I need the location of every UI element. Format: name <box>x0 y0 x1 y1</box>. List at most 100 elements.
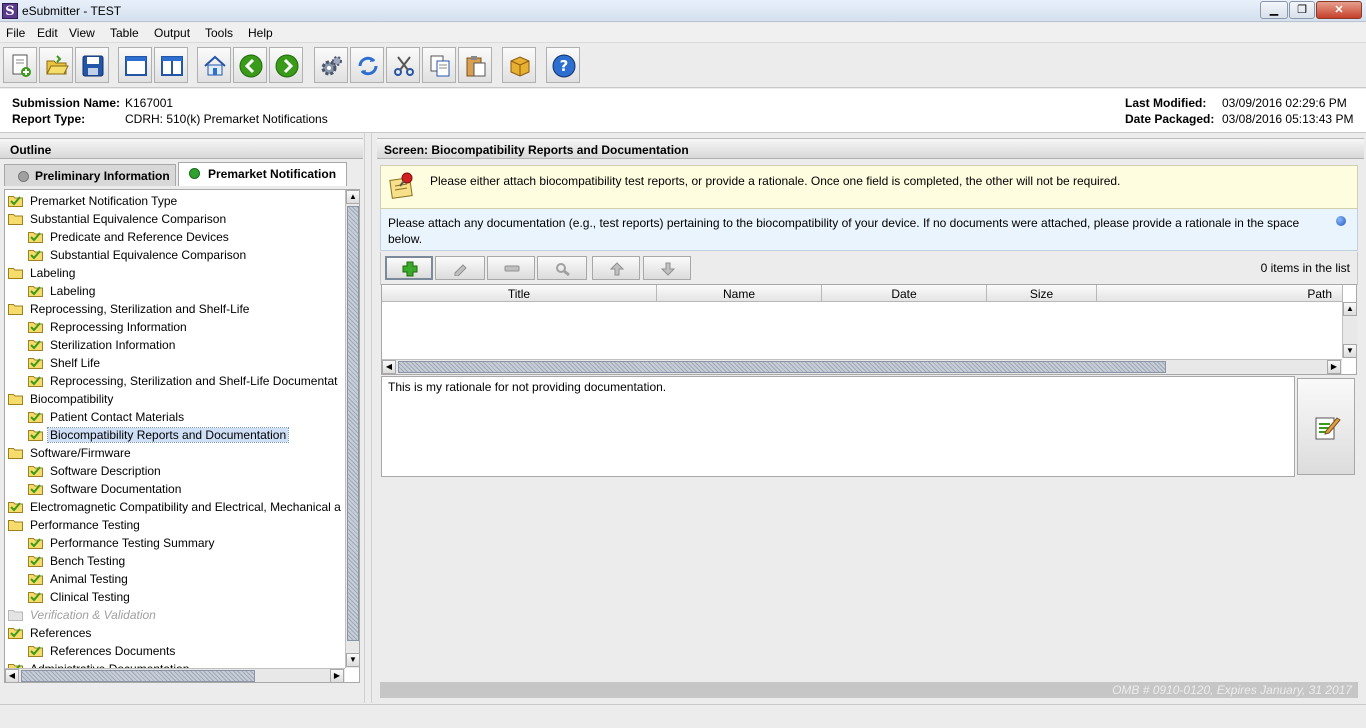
save-button[interactable] <box>75 47 109 83</box>
checked-folder-icon <box>28 536 43 549</box>
move-up-button[interactable] <box>592 256 640 280</box>
report-type-value: CDRH: 510(k) Premarket Notifications <box>125 112 328 126</box>
tree-item-label: Substantial Equivalence Comparison <box>50 248 247 262</box>
submission-name-value: K167001 <box>125 96 174 110</box>
refresh-icon <box>358 56 378 76</box>
checked-folder-icon <box>28 482 43 495</box>
tree-item-label: Software Documentation <box>50 482 182 496</box>
close-button[interactable]: ✕ <box>1316 1 1362 19</box>
tree-item-label: Biocompatibility Reports and Documentati… <box>46 427 290 443</box>
tree-vertical-scrollbar[interactable]: ▲ ▼ <box>345 190 359 668</box>
package-icon <box>510 56 530 77</box>
scroll-thumb[interactable] <box>398 361 1166 373</box>
menu-help[interactable]: Help <box>248 26 273 40</box>
paste-button[interactable] <box>458 47 492 83</box>
package-button[interactable] <box>502 47 536 83</box>
edit-rationale-button[interactable] <box>1297 378 1355 475</box>
scroll-up-icon[interactable]: ▲ <box>1343 302 1357 316</box>
scroll-right-icon[interactable]: ▶ <box>1327 360 1341 374</box>
new-document-button[interactable] <box>3 47 37 83</box>
outline-tree: Administrative DocumentationReferences D… <box>4 189 360 683</box>
tree-item-label: Performance Testing <box>30 518 140 532</box>
menu-edit[interactable]: Edit <box>37 26 58 40</box>
panel-splitter[interactable] <box>364 133 372 703</box>
checked-folder-icon <box>28 428 43 441</box>
column-header-title[interactable]: Title <box>382 285 657 302</box>
folder-icon <box>8 212 23 225</box>
tree-item-label: Performance Testing Summary <box>50 536 215 550</box>
menu-output[interactable]: Output <box>154 26 190 40</box>
documentation-instructions: Please attach any documentation (e.g., t… <box>380 209 1358 251</box>
tab-premarket-notification[interactable]: Premarket Notification <box>178 162 347 186</box>
menu-view[interactable]: View <box>69 26 95 40</box>
back-button[interactable] <box>233 47 267 83</box>
column-header-name[interactable]: Name <box>657 285 822 302</box>
tab-preliminary-information[interactable]: Preliminary Information <box>4 164 176 186</box>
menu-bar: File Edit View Table Output Tools Help <box>0 23 1366 43</box>
help-button[interactable]: ? <box>546 47 580 83</box>
disabled-folder-icon <box>8 608 23 621</box>
open-button[interactable] <box>39 47 73 83</box>
main-toolbar: ? <box>0 43 1366 88</box>
column-header-date[interactable]: Date <box>822 285 987 302</box>
menu-table[interactable]: Table <box>110 26 139 40</box>
tree-item-label: Shelf Life <box>50 356 101 370</box>
scroll-thumb[interactable] <box>347 206 359 641</box>
outline-tabs: Preliminary Information Premarket Notifi… <box>0 162 363 188</box>
tree-item-label: Electromagnetic Compatibility and Electr… <box>30 500 341 514</box>
scroll-right-icon[interactable]: ▶ <box>330 669 344 682</box>
table-horizontal-scrollbar[interactable]: ◀ ▶ <box>382 359 1342 374</box>
rationale-textarea[interactable]: This is my rationale for not providing d… <box>381 376 1295 477</box>
checked-folder-icon <box>28 644 43 657</box>
move-down-button[interactable] <box>643 256 691 280</box>
close-icon: ✕ <box>1334 4 1344 16</box>
tab-label: Premarket Notification <box>208 167 337 181</box>
split-view-button[interactable] <box>154 47 188 83</box>
scroll-thumb[interactable] <box>21 670 255 682</box>
attachments-table: Title Name Date Size Path ▲ ▼ ◀ ▶ <box>381 284 1357 375</box>
date-packaged-value: 03/08/2016 05:13:43 PM <box>1222 112 1354 126</box>
column-header-path[interactable]: Path <box>1097 285 1343 302</box>
checked-folder-icon <box>28 356 43 369</box>
open-folder-icon <box>46 55 69 75</box>
column-header-size[interactable]: Size <box>987 285 1097 302</box>
status-dot-icon <box>189 168 200 179</box>
date-packaged-label: Date Packaged: <box>1125 112 1215 126</box>
scroll-up-icon[interactable]: ▲ <box>346 190 359 204</box>
settings-button[interactable] <box>314 47 348 83</box>
refresh-button[interactable] <box>350 47 384 83</box>
menu-file[interactable]: File <box>6 26 25 40</box>
instructions-line-1: Please attach any documentation (e.g., t… <box>388 216 1300 230</box>
tab-label: Preliminary Information <box>35 169 170 183</box>
minimize-button[interactable]: ▁ <box>1260 1 1288 19</box>
scroll-left-icon[interactable]: ◀ <box>382 360 396 374</box>
table-vertical-scrollbar[interactable]: ▲ ▼ <box>1342 302 1357 358</box>
tree-horizontal-scrollbar[interactable]: ◀ ▶ <box>5 668 345 682</box>
maximize-button[interactable]: ❐ <box>1289 1 1315 19</box>
folder-icon <box>8 302 23 315</box>
window-button[interactable] <box>118 47 152 83</box>
tree-item-label: Software/Firmware <box>30 446 131 460</box>
scroll-down-icon[interactable]: ▼ <box>346 653 359 667</box>
attachment-list-toolbar: 0 items in the list <box>380 252 1358 285</box>
add-attachment-button[interactable] <box>385 256 433 280</box>
forward-button[interactable] <box>269 47 303 83</box>
view-attachment-button[interactable] <box>537 256 587 280</box>
split-view-icon <box>161 56 183 76</box>
help-icon: ? <box>552 54 576 78</box>
items-count: 0 items in the list <box>1260 261 1350 275</box>
requirement-note: Please either attach biocompatibility te… <box>380 165 1358 209</box>
last-modified-value: 03/09/2016 02:29:6 PM <box>1222 96 1347 110</box>
scroll-down-icon[interactable]: ▼ <box>1343 344 1357 358</box>
copy-button[interactable] <box>422 47 456 83</box>
edit-attachment-button[interactable] <box>435 256 485 280</box>
cut-button[interactable] <box>386 47 420 83</box>
rationale-text: This is my rationale for not providing d… <box>388 380 667 394</box>
menu-tools[interactable]: Tools <box>205 26 233 40</box>
tree-item-label: References Documents <box>50 644 176 658</box>
remove-attachment-button[interactable] <box>487 256 535 280</box>
scroll-left-icon[interactable]: ◀ <box>5 669 19 682</box>
required-indicator-icon <box>1336 216 1346 226</box>
home-button[interactable] <box>197 47 231 83</box>
restore-icon: ❐ <box>1297 4 1307 16</box>
